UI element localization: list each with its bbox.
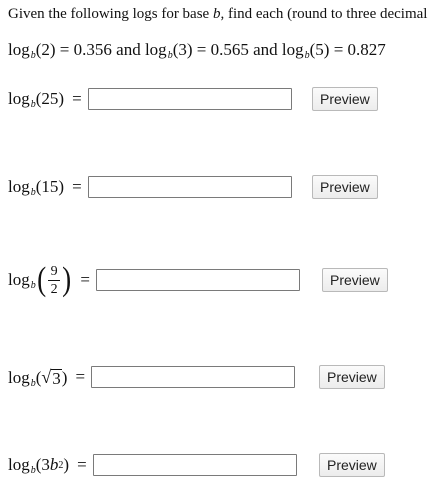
preview-button[interactable]: Preview bbox=[322, 268, 388, 292]
question-expression: log b (3 b 2) bbox=[8, 455, 70, 476]
question-row: log b( √ 3) = bbox=[8, 365, 296, 389]
answer-input[interactable] bbox=[95, 269, 300, 291]
instructions-text: Given the following logs for base b, fin… bbox=[8, 6, 428, 22]
question-expression: log b( √ 3) bbox=[8, 366, 68, 389]
question-expression: log b (15) bbox=[8, 177, 65, 198]
answer-input[interactable] bbox=[87, 88, 292, 110]
preview-button[interactable]: Preview bbox=[319, 453, 385, 477]
answer-input[interactable] bbox=[92, 454, 297, 476]
given-logs: log b (2) = 0.356 and log b (3) = 0.565 and … bbox=[8, 40, 386, 61]
answer-input[interactable] bbox=[87, 176, 292, 198]
answer-input[interactable] bbox=[91, 366, 296, 388]
question-row: log b (15) = bbox=[8, 175, 292, 199]
question-row: log b (3 b 2) = bbox=[8, 453, 297, 477]
question-row: log b (25) = bbox=[8, 87, 292, 111]
question-row: log b ( 9 2 ) = bbox=[8, 259, 300, 301]
preview-button[interactable]: Preview bbox=[312, 87, 378, 111]
preview-button[interactable]: Preview bbox=[319, 365, 385, 389]
question-expression: log b (25) bbox=[8, 89, 65, 110]
preview-button[interactable]: Preview bbox=[312, 175, 378, 199]
square-root: √ 3 bbox=[41, 366, 62, 388]
fraction-argument: ( 9 2 ) bbox=[36, 261, 72, 298]
question-expression: log b bbox=[8, 270, 36, 291]
